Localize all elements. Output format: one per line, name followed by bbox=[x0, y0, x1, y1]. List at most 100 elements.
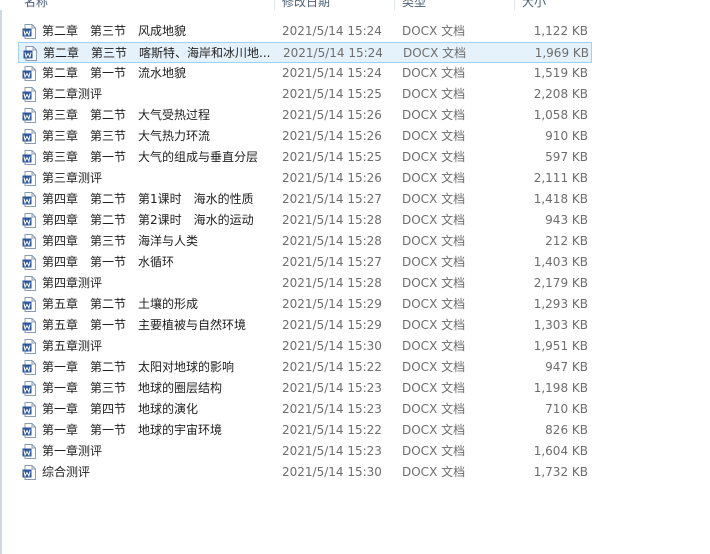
column-divider[interactable] bbox=[514, 0, 515, 10]
file-row[interactable]: 第五章 第二节 土壤的形成 2021/5/14 15:29 DOCX 文档 1,293… bbox=[18, 294, 592, 315]
column-header-name[interactable]: 名称 bbox=[24, 0, 48, 10]
word-document-icon bbox=[22, 171, 36, 186]
file-modified-date: 2021/5/14 15:24 bbox=[282, 66, 382, 80]
word-document-icon bbox=[22, 339, 36, 354]
file-name: 第二章 第三节 喀斯特、海岸和冰川地... bbox=[43, 46, 271, 60]
file-row[interactable]: 第四章 第二节 第1课时 海水的性质 2021/5/14 15:27 DOCX 文档… bbox=[18, 189, 592, 210]
word-document-icon bbox=[22, 360, 36, 375]
file-modified-date: 2021/5/14 15:28 bbox=[282, 234, 382, 248]
file-modified-date: 2021/5/14 15:24 bbox=[283, 46, 383, 60]
word-document-icon bbox=[22, 192, 36, 207]
file-row[interactable]: 第三章 第三节 大气热力环流 2021/5/14 15:26 DOCX 文档 910 … bbox=[18, 126, 592, 147]
file-type: DOCX 文档 bbox=[402, 402, 466, 416]
file-size: 212 KB bbox=[545, 234, 588, 248]
file-row[interactable]: 第三章 第一节 大气的组成与垂直分层 2021/5/14 15:25 DOCX 文档… bbox=[18, 147, 592, 168]
word-document-icon bbox=[22, 444, 36, 459]
word-document-icon bbox=[22, 276, 36, 291]
file-type: DOCX 文档 bbox=[402, 297, 466, 311]
file-modified-date: 2021/5/14 15:30 bbox=[282, 339, 382, 353]
file-modified-date: 2021/5/14 15:28 bbox=[282, 276, 382, 290]
word-document-icon bbox=[22, 318, 36, 333]
file-row[interactable]: 第三章 第二节 大气受热过程 2021/5/14 15:26 DOCX 文档 1,05… bbox=[18, 105, 592, 126]
file-name: 第三章 第三节 大气热力环流 bbox=[42, 129, 211, 143]
file-row[interactable]: 第一章 第一节 地球的宇宙环境 2021/5/14 15:22 DOCX 文档 826… bbox=[18, 420, 592, 441]
file-modified-date: 2021/5/14 15:23 bbox=[282, 402, 382, 416]
file-modified-date: 2021/5/14 15:22 bbox=[282, 423, 382, 437]
file-row[interactable]: 综合测评 2021/5/14 15:30 DOCX 文档 1,732 KB bbox=[18, 462, 592, 483]
word-document-icon bbox=[22, 150, 36, 165]
file-row[interactable]: 第四章 第一节 水循环 2021/5/14 15:27 DOCX 文档 1,403 K… bbox=[18, 252, 592, 273]
file-row[interactable]: 第四章测评 2021/5/14 15:28 DOCX 文档 2,179 KB bbox=[18, 273, 592, 294]
file-modified-date: 2021/5/14 15:28 bbox=[282, 213, 382, 227]
word-document-icon bbox=[22, 24, 36, 39]
file-size: 1,732 KB bbox=[533, 465, 588, 479]
file-modified-date: 2021/5/14 15:22 bbox=[282, 360, 382, 374]
word-document-icon bbox=[22, 108, 36, 123]
file-modified-date: 2021/5/14 15:29 bbox=[282, 318, 382, 332]
file-modified-date: 2021/5/14 15:26 bbox=[282, 129, 382, 143]
file-row[interactable]: 第四章 第三节 海洋与人类 2021/5/14 15:28 DOCX 文档 212 K… bbox=[18, 231, 592, 252]
file-row[interactable]: 第三章测评 2021/5/14 15:26 DOCX 文档 2,111 KB bbox=[18, 168, 592, 189]
file-size: 2,111 KB bbox=[533, 171, 588, 185]
file-size: 1,198 KB bbox=[533, 381, 588, 395]
file-row[interactable]: 第二章测评 2021/5/14 15:25 DOCX 文档 2,208 KB bbox=[18, 84, 592, 105]
file-name: 第四章 第三节 海洋与人类 bbox=[42, 234, 199, 248]
file-name: 第三章 第二节 大气受热过程 bbox=[42, 108, 211, 122]
file-size: 2,208 KB bbox=[533, 87, 588, 101]
file-modified-date: 2021/5/14 15:25 bbox=[282, 87, 382, 101]
file-size: 826 KB bbox=[545, 423, 588, 437]
file-modified-date: 2021/5/14 15:29 bbox=[282, 297, 382, 311]
file-modified-date: 2021/5/14 15:26 bbox=[282, 108, 382, 122]
pane-left-edge bbox=[0, 0, 2, 554]
file-size: 1,058 KB bbox=[533, 108, 588, 122]
file-row[interactable]: 第一章 第二节 太阳对地球的影响 2021/5/14 15:22 DOCX 文档 94… bbox=[18, 357, 592, 378]
file-size: 1,303 KB bbox=[533, 318, 588, 332]
file-size: 1,293 KB bbox=[533, 297, 588, 311]
file-name: 第一章 第二节 太阳对地球的影响 bbox=[42, 360, 235, 374]
file-type: DOCX 文档 bbox=[402, 255, 466, 269]
file-row[interactable]: 第二章 第一节 流水地貌 2021/5/14 15:24 DOCX 文档 1,519 … bbox=[18, 63, 592, 84]
file-row[interactable]: 第二章 第三节 喀斯特、海岸和冰川地... 2021/5/14 15:24 DOCX… bbox=[18, 42, 592, 63]
file-size: 947 KB bbox=[545, 360, 588, 374]
word-document-icon bbox=[22, 213, 36, 228]
file-row[interactable]: 第一章 第四节 地球的演化 2021/5/14 15:23 DOCX 文档 710 K… bbox=[18, 399, 592, 420]
file-type: DOCX 文档 bbox=[402, 171, 466, 185]
file-modified-date: 2021/5/14 15:27 bbox=[282, 192, 382, 206]
file-name: 第三章 第一节 大气的组成与垂直分层 bbox=[42, 150, 259, 164]
column-header: 名称 修改日期 类型 大小 bbox=[0, 0, 710, 10]
column-divider[interactable] bbox=[394, 0, 395, 10]
file-row[interactable]: 第二章 第三节 风成地貌 2021/5/14 15:24 DOCX 文档 1,122 … bbox=[18, 21, 592, 42]
file-type: DOCX 文档 bbox=[402, 87, 466, 101]
file-size: 1,418 KB bbox=[533, 192, 588, 206]
file-row[interactable]: 第一章测评 2021/5/14 15:23 DOCX 文档 1,604 KB bbox=[18, 441, 592, 462]
column-header-date[interactable]: 修改日期 bbox=[282, 0, 330, 10]
file-size: 1,604 KB bbox=[533, 444, 588, 458]
file-modified-date: 2021/5/14 15:24 bbox=[282, 24, 382, 38]
file-name: 第四章 第二节 第2课时 海水的运动 bbox=[42, 213, 254, 227]
word-document-icon bbox=[22, 66, 36, 81]
file-size: 1,519 KB bbox=[533, 66, 588, 80]
file-row[interactable]: 第五章测评 2021/5/14 15:30 DOCX 文档 1,951 KB bbox=[18, 336, 592, 357]
word-document-icon bbox=[22, 129, 36, 144]
file-type: DOCX 文档 bbox=[402, 276, 466, 290]
file-row[interactable]: 第一章 第三节 地球的圈层结构 2021/5/14 15:23 DOCX 文档 1,1… bbox=[18, 378, 592, 399]
file-type: DOCX 文档 bbox=[403, 46, 467, 60]
file-name: 第四章 第一节 水循环 bbox=[42, 255, 175, 269]
file-modified-date: 2021/5/14 15:27 bbox=[282, 255, 382, 269]
file-size: 1,403 KB bbox=[533, 255, 588, 269]
column-header-size[interactable]: 大小 bbox=[522, 0, 546, 10]
file-row[interactable]: 第四章 第二节 第2课时 海水的运动 2021/5/14 15:28 DOCX 文档… bbox=[18, 210, 592, 231]
file-name: 第二章 第一节 流水地貌 bbox=[42, 66, 187, 80]
file-type: DOCX 文档 bbox=[402, 150, 466, 164]
file-row[interactable]: 第五章 第一节 主要植被与自然环境 2021/5/14 15:29 DOCX 文档 1… bbox=[18, 315, 592, 336]
file-type: DOCX 文档 bbox=[402, 129, 466, 143]
file-name: 第三章测评 bbox=[42, 171, 103, 185]
file-name: 第二章 第三节 风成地貌 bbox=[42, 24, 187, 38]
file-name: 第一章 第三节 地球的圈层结构 bbox=[42, 381, 223, 395]
file-name: 第一章 第四节 地球的演化 bbox=[42, 402, 199, 416]
column-divider[interactable] bbox=[274, 0, 275, 10]
file-type: DOCX 文档 bbox=[402, 66, 466, 80]
column-header-type[interactable]: 类型 bbox=[402, 0, 426, 10]
file-size: 1,122 KB bbox=[533, 24, 588, 38]
file-type: DOCX 文档 bbox=[402, 24, 466, 38]
